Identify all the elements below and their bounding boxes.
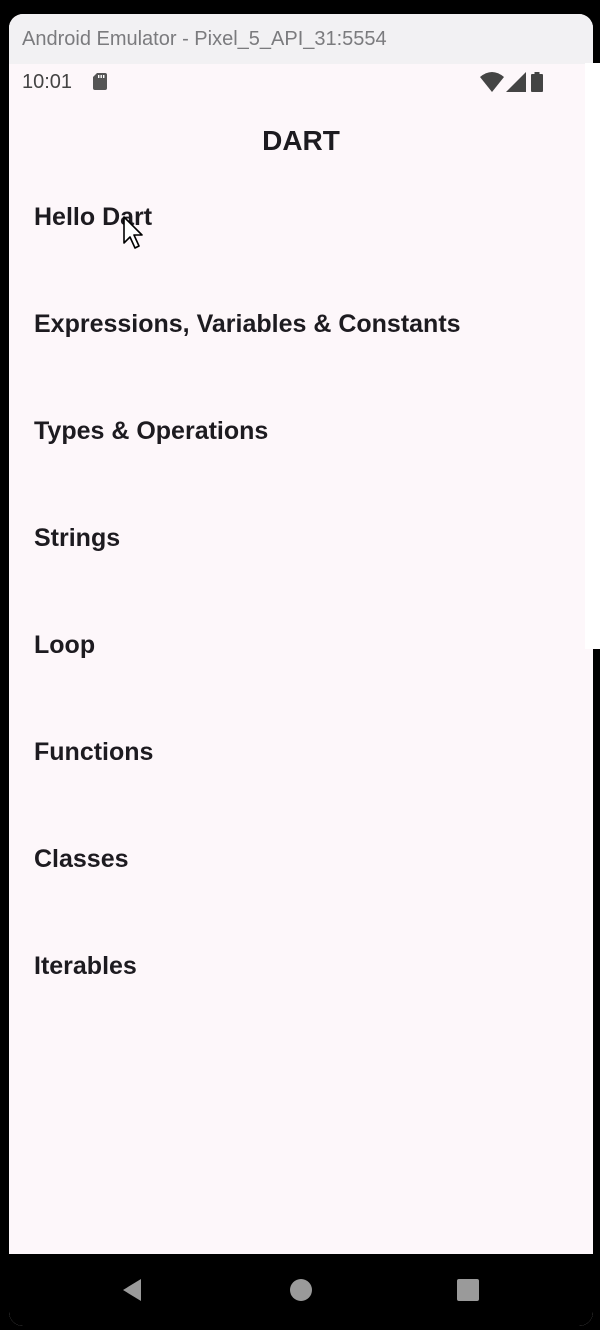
status-bar: 10:01 [9, 64, 593, 100]
list-item-label: Hello Dart [34, 203, 153, 231]
app-bar-title: DART [262, 125, 340, 156]
emulator-scrollbar[interactable] [585, 63, 600, 649]
topic-list: Hello Dart Expressions, Variables & Cons… [9, 197, 593, 1053]
signal-icon [506, 72, 526, 92]
emulator-window: Android Emulator - Pixel_5_API_31:5554 1… [9, 14, 593, 1326]
list-item-label: Strings [34, 524, 121, 552]
list-item-types-operations[interactable]: Types & Operations [9, 411, 593, 518]
navigation-bar [9, 1254, 593, 1326]
list-item-hello-dart[interactable]: Hello Dart [9, 197, 593, 304]
list-item-strings[interactable]: Strings [9, 518, 593, 625]
list-item-expressions[interactable]: Expressions, Variables & Constants [9, 304, 593, 411]
list-item-label: Classes [34, 845, 129, 873]
list-item-iterables[interactable]: Iterables [9, 946, 593, 1053]
list-item-label: Loop [34, 631, 96, 659]
status-time: 10:01 [22, 71, 73, 93]
recents-icon[interactable] [454, 1276, 482, 1304]
list-item-loop[interactable]: Loop [9, 625, 593, 732]
list-item-label: Expressions, Variables & Constants [34, 310, 461, 338]
list-item-classes[interactable]: Classes [9, 839, 593, 946]
list-item-label: Types & Operations [34, 417, 269, 445]
home-icon[interactable] [287, 1276, 315, 1304]
back-icon[interactable] [119, 1276, 147, 1304]
sd-card-icon [93, 73, 107, 90]
window-title: Android Emulator - Pixel_5_API_31:5554 [22, 28, 387, 50]
battery-icon [531, 72, 543, 92]
list-item-label: Functions [34, 738, 154, 766]
window-title-bar: Android Emulator - Pixel_5_API_31:5554 [9, 14, 593, 64]
wifi-icon [480, 72, 504, 92]
list-item-label: Iterables [34, 952, 137, 980]
list-item-functions[interactable]: Functions [9, 732, 593, 839]
